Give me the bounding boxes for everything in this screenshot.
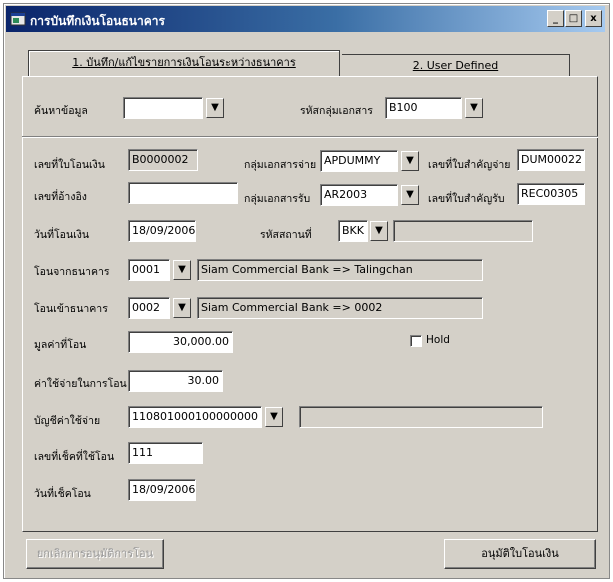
tab-record[interactable]: 1. บันทึก/แก้ไขรายการเงินโอนระหว่างธนาคา… xyxy=(28,50,340,76)
dropdown-arrow-icon: ▼ xyxy=(375,225,383,236)
pay-group-dropdown-button[interactable]: ▼ xyxy=(401,151,419,171)
expense-account-label: บัญชีค่าใช้จ่าย xyxy=(34,415,101,427)
section-divider xyxy=(22,136,598,138)
dropdown-arrow-icon: ▼ xyxy=(178,302,186,313)
maximize-button[interactable]: □ xyxy=(565,10,582,27)
branch-desc-field xyxy=(393,220,533,242)
from-bank-name-field: Siam Commercial Bank => Talingchan xyxy=(197,259,483,281)
approve-transfer-button[interactable]: อนุมัติใบโอนเงิน xyxy=(444,539,596,569)
cheque-no-label: เลขที่เช็คที่ใช้โอน xyxy=(34,451,115,463)
hold-checkbox[interactable] xyxy=(410,335,422,347)
recv-group-input[interactable]: AR2003 xyxy=(320,184,398,206)
recv-group-label: กลุ่มเอกสารรับ xyxy=(244,193,311,205)
transfer-date-input[interactable]: 18/09/2006 xyxy=(128,220,196,242)
pay-group-input[interactable]: APDUMMY xyxy=(320,150,398,172)
to-bank-label: โอนเข้าธนาคาร xyxy=(34,303,108,315)
from-bank-code-input[interactable]: 0001 xyxy=(128,259,170,281)
hold-label: Hold xyxy=(426,334,450,346)
doc-no-label: เลขที่ใบโอนเงิน xyxy=(34,159,105,171)
doc-group-input[interactable]: B100 xyxy=(385,97,462,119)
ref-no-input[interactable] xyxy=(128,182,238,204)
doc-group-label: รหัสกลุ่มเอกสาร xyxy=(300,105,373,117)
to-bank-name-field: Siam Commercial Bank => 0002 xyxy=(197,297,483,319)
branch-dropdown-button[interactable]: ▼ xyxy=(370,221,388,241)
dropdown-arrow-icon: ▼ xyxy=(178,264,186,275)
recv-group-dropdown-button[interactable]: ▼ xyxy=(401,185,419,205)
doc-no-field: B0000002 xyxy=(128,149,198,171)
cheque-no-input[interactable]: 111 xyxy=(128,442,203,464)
tab-user-defined[interactable]: 2. User Defined xyxy=(342,54,570,76)
expense-account-dropdown-button[interactable]: ▼ xyxy=(265,407,283,427)
dropdown-arrow-icon: ▼ xyxy=(211,102,219,113)
keyword-input[interactable] xyxy=(123,97,203,119)
transfer-date-label: วันที่โอนเงิน xyxy=(34,229,90,241)
recv-doc-input[interactable]: REC00305 xyxy=(517,183,585,205)
ref-no-label: เลขที่อ้างอิง xyxy=(34,191,87,203)
cancel-approve-button[interactable]: ยกเลิกการอนุมัติการโอน xyxy=(26,539,164,569)
dropdown-arrow-icon: ▼ xyxy=(270,411,278,422)
branch-input[interactable]: BKK xyxy=(338,220,368,242)
close-button[interactable]: x xyxy=(585,10,602,27)
cheque-date-input[interactable]: 18/09/2006 xyxy=(128,479,196,501)
expense-account-desc-field xyxy=(299,406,543,428)
app-window-icon xyxy=(10,12,26,26)
amount-input[interactable]: 30,000.00 xyxy=(128,331,233,353)
minimize-button[interactable]: _ xyxy=(547,10,564,27)
tab-user-defined-label: 2. User Defined xyxy=(412,59,499,72)
pay-group-label: กลุ่มเอกสารจ่าย xyxy=(244,159,317,171)
expense-account-input[interactable]: 110801000100000000 xyxy=(128,406,262,428)
branch-label: รหัสสถานที่ xyxy=(260,229,312,241)
keyword-dropdown-button[interactable]: ▼ xyxy=(206,98,224,118)
fee-label: ค่าใช้จ่ายในการโอน xyxy=(34,378,127,390)
dropdown-arrow-icon: ▼ xyxy=(470,102,478,113)
fee-input[interactable]: 30.00 xyxy=(128,370,223,392)
cheque-date-label: วันที่เช็คโอน xyxy=(34,488,91,500)
dropdown-arrow-icon: ▼ xyxy=(406,155,414,166)
dropdown-arrow-icon: ▼ xyxy=(406,189,414,200)
main-window: การบันทึกเงินโอนธนาคาร _ □ x 1. บันทึก/แ… xyxy=(3,3,610,579)
window-title: การบันทึกเงินโอนธนาคาร xyxy=(30,14,165,28)
from-bank-label: โอนจากธนาคาร xyxy=(34,266,110,278)
from-bank-dropdown-button[interactable]: ▼ xyxy=(173,260,191,280)
pay-doc-input[interactable]: DUM00022 xyxy=(517,149,585,171)
to-bank-dropdown-button[interactable]: ▼ xyxy=(173,298,191,318)
doc-group-dropdown-button[interactable]: ▼ xyxy=(465,98,483,118)
amount-label: มูลค่าที่โอน xyxy=(34,339,87,351)
pay-doc-label: เลขที่ใบสำคัญจ่าย xyxy=(428,159,511,171)
tab-record-label: 1. บันทึก/แก้ไขรายการเงินโอนระหว่างธนาคา… xyxy=(72,56,296,69)
recv-doc-label: เลขที่ใบสำคัญรับ xyxy=(428,193,505,205)
title-bar[interactable]: การบันทึกเงินโอนธนาคาร _ □ x xyxy=(6,6,605,32)
keyword-label: ค้นหาข้อมูล xyxy=(34,105,88,117)
to-bank-code-input[interactable]: 0002 xyxy=(128,297,170,319)
